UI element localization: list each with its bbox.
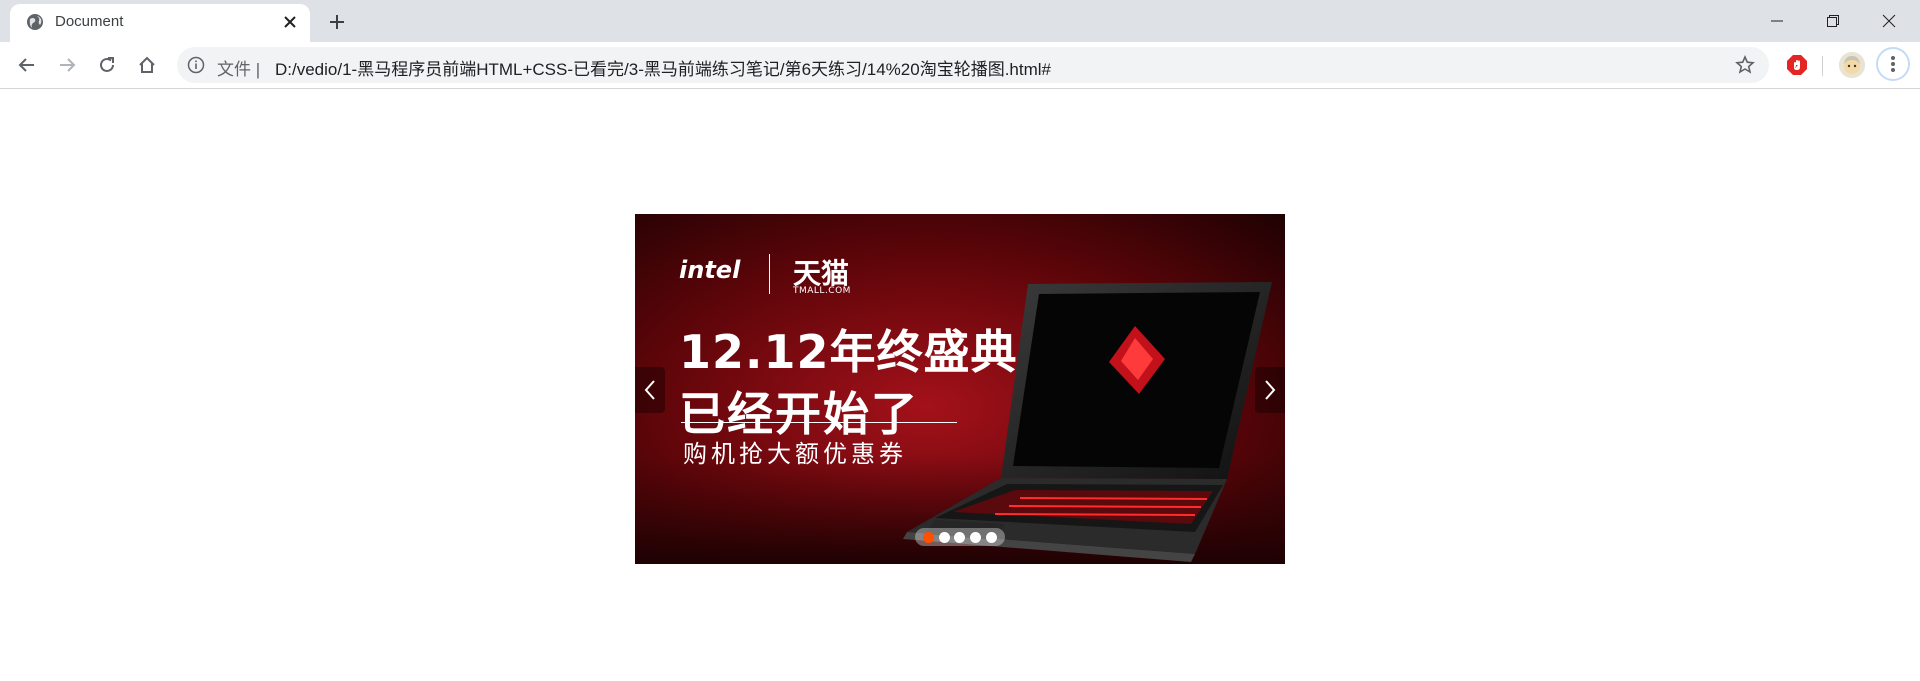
tab-strip: Document — [0, 0, 1920, 42]
carousel-dot[interactable] — [922, 531, 934, 543]
scheme-label: 文件 | — [217, 60, 261, 79]
browser-toolbar: 文件 | D:/vedio/1-黑马程序员前端HTML+CSS-已看完/3-黑马… — [0, 42, 1920, 89]
back-arrow-icon — [18, 58, 34, 72]
chrome-menu-button[interactable] — [1876, 47, 1910, 81]
tab-close-icon[interactable] — [280, 12, 300, 32]
carousel-dot[interactable] — [970, 531, 982, 543]
profile-avatar[interactable] — [1839, 52, 1865, 78]
home-icon — [139, 56, 155, 73]
chevron-left-icon — [644, 380, 655, 400]
banner-headline-1: 12.12年终盛典 — [679, 325, 1018, 379]
adblock-icon — [1787, 55, 1807, 75]
forward-button[interactable] — [53, 51, 81, 79]
carousel-next-button[interactable] — [1255, 367, 1285, 413]
more-vertical-icon — [1891, 56, 1895, 72]
tmall-logo-subtext: TMALL.COM — [793, 286, 851, 296]
avatar-icon — [1839, 52, 1865, 78]
url-text[interactable]: D:/vedio/1-黑马程序员前端HTML+CSS-已看完/3-黑马前端练习笔… — [275, 55, 1051, 80]
browser-tab[interactable]: Document — [10, 4, 310, 42]
minimize-icon — [1771, 20, 1783, 22]
banner-subline: 购机抢大额优惠券 — [683, 440, 907, 468]
bookmark-star-icon[interactable] — [1735, 55, 1755, 75]
intel-logo: intel — [679, 256, 741, 284]
carousel-dot[interactable] — [954, 531, 966, 543]
carousel-prev-button[interactable] — [635, 367, 665, 413]
forward-arrow-icon — [60, 58, 76, 72]
toolbar-divider — [1822, 56, 1823, 76]
new-tab-icon[interactable] — [325, 10, 349, 34]
carousel-dot[interactable] — [938, 531, 950, 543]
reload-icon — [100, 57, 114, 72]
close-icon — [1882, 14, 1896, 28]
carousel-dot[interactable] — [986, 531, 998, 543]
info-icon[interactable] — [187, 56, 205, 74]
restore-button[interactable] — [1810, 6, 1856, 36]
close-window-button[interactable] — [1866, 6, 1912, 36]
carousel-indicators — [915, 528, 1005, 546]
reload-button[interactable] — [93, 51, 121, 79]
globe-icon — [27, 14, 43, 30]
carousel: intel 天猫 TMALL.COM 12.12年终盛典 已经开始了 购机抢大额… — [635, 214, 1285, 564]
chevron-right-icon — [1265, 380, 1276, 400]
brand-divider — [769, 254, 770, 294]
home-button[interactable] — [133, 51, 161, 79]
back-button[interactable] — [13, 51, 41, 79]
minimize-button[interactable] — [1754, 6, 1800, 36]
extension-button[interactable] — [1783, 51, 1811, 79]
tab-title: Document — [55, 13, 124, 30]
banner-rule — [681, 422, 957, 423]
restore-icon — [1827, 15, 1839, 27]
address-bar[interactable]: 文件 | D:/vedio/1-黑马程序员前端HTML+CSS-已看完/3-黑马… — [177, 47, 1769, 83]
